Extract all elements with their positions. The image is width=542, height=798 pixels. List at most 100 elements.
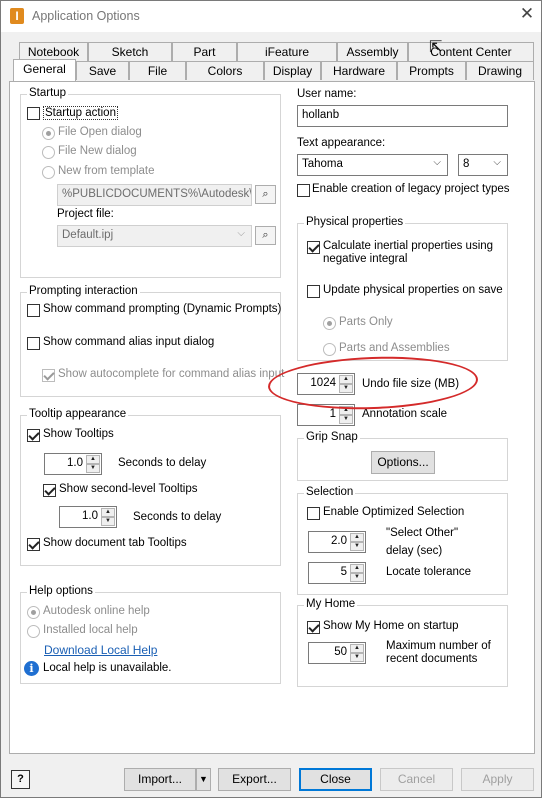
show-autocomplete-label: Show autocomplete for command alias inpu… — [58, 368, 285, 380]
annotation-scale-spinner[interactable]: 1 ▲ ▼ — [297, 404, 355, 426]
parts-only-radio[interactable] — [323, 317, 336, 330]
project-file-value: Default.ipj — [62, 229, 114, 241]
spin-down-icon[interactable]: ▼ — [350, 653, 364, 662]
seconds-to-delay-label: Seconds to delay — [118, 457, 207, 469]
file-open-dialog-label: File Open dialog — [58, 126, 142, 138]
text-appearance-label: Text appearance: — [297, 137, 386, 149]
import-dropdown-button[interactable]: ▼ — [196, 768, 211, 791]
spin-up-icon[interactable]: ▲ — [350, 533, 364, 542]
legacy-project-checkbox[interactable] — [297, 184, 310, 197]
spin-up-icon[interactable]: ▲ — [350, 644, 364, 653]
spin-down-icon[interactable]: ▼ — [101, 517, 115, 526]
select-other-delay-spinner[interactable]: 2.0 ▲ ▼ — [308, 531, 366, 553]
startup-group-title: Startup — [27, 87, 69, 99]
inertial-properties-label-1: Calculate inertial properties using — [323, 240, 494, 252]
spin-up-icon[interactable]: ▲ — [350, 564, 364, 573]
prompting-group-title: Prompting interaction — [27, 285, 140, 297]
show-command-prompting-checkbox[interactable] — [27, 304, 40, 317]
tooltip-group-title: Tooltip appearance — [27, 408, 129, 420]
template-path-field[interactable]: %PUBLICDOCUMENTS%\Autodesk\Inv — [57, 184, 252, 206]
grip-snap-title: Grip Snap — [304, 431, 360, 443]
show-my-home-label: Show My Home on startup — [323, 620, 459, 632]
parts-and-assemblies-label: Parts and Assemblies — [339, 342, 450, 354]
font-dropdown[interactable]: Tahoma ⌵ — [297, 154, 448, 176]
select-other-label-2: delay (sec) — [386, 545, 443, 557]
max-recent-label-1: Maximum number of — [386, 640, 491, 652]
update-on-save-label: Update physical properties on save — [323, 284, 503, 296]
user-name-field[interactable]: hollanb — [297, 105, 508, 127]
spin-down-icon[interactable]: ▼ — [86, 464, 100, 473]
spin-down-icon[interactable]: ▼ — [339, 384, 353, 393]
chevron-down-icon: ⌵ — [493, 157, 501, 168]
template-browse-button[interactable]: ⌕ — [255, 185, 276, 204]
spin-up-icon[interactable]: ▲ — [339, 406, 353, 415]
chevron-down-icon: ⌵ — [237, 228, 245, 239]
application-options-dialog: I Application Options ✕ Notebook Sketch … — [0, 0, 542, 798]
my-home-title: My Home — [304, 598, 358, 610]
show-doc-tab-tooltips-checkbox[interactable] — [27, 538, 40, 551]
local-help-radio[interactable] — [27, 625, 40, 638]
spin-up-icon[interactable]: ▲ — [101, 508, 115, 517]
physical-properties-title: Physical properties — [304, 216, 406, 228]
annotation-scale-value: 1 — [329, 408, 336, 420]
select-other-label-1: "Select Other" — [386, 527, 459, 539]
show-autocomplete-checkbox[interactable] — [42, 369, 55, 382]
spin-down-icon[interactable]: ▼ — [339, 415, 353, 424]
spin-down-icon[interactable]: ▼ — [350, 542, 364, 551]
startup-action-checkbox[interactable] — [27, 107, 40, 120]
close-button[interactable]: Close — [299, 768, 372, 791]
download-local-help-link[interactable]: Download Local Help — [44, 643, 157, 657]
show-tooltips-checkbox[interactable] — [27, 429, 40, 442]
locate-tolerance-spinner[interactable]: 5 ▲ ▼ — [308, 562, 366, 584]
second-level-delay-spinner[interactable]: 1.0 ▲ ▼ — [59, 506, 117, 528]
max-recent-docs-spinner[interactable]: 50 ▲ ▼ — [308, 642, 366, 664]
tooltip-delay-spinner[interactable]: 1.0 ▲ ▼ — [44, 453, 102, 475]
binoculars-icon: ⌕ — [262, 188, 269, 200]
locate-tolerance-label: Locate tolerance — [386, 566, 472, 578]
export-button[interactable]: Export... — [218, 768, 291, 791]
show-command-prompting-label: Show command prompting (Dynamic Prompts) — [43, 303, 282, 315]
font-size-dropdown[interactable]: 8 ⌵ — [458, 154, 508, 176]
spin-up-icon[interactable]: ▲ — [339, 375, 353, 384]
selection-title: Selection — [304, 486, 356, 498]
user-name-label: User name: — [297, 88, 357, 100]
help-icon[interactable]: ? — [11, 770, 30, 789]
local-help-status: Local help is unavailable. — [43, 662, 172, 674]
dialog-footer: ? Import... ▼ Export... Close Cancel App… — [1, 761, 541, 797]
project-file-dropdown[interactable]: Default.ipj ⌵ — [57, 225, 252, 247]
grip-snap-options-button[interactable]: Options... — [371, 451, 435, 474]
show-alias-dialog-checkbox[interactable] — [27, 337, 40, 350]
tooltip-delay-value: 1.0 — [67, 457, 83, 469]
undo-file-size-spinner[interactable]: 1024 ▲ ▼ — [297, 373, 355, 395]
optimized-selection-checkbox[interactable] — [307, 507, 320, 520]
show-second-level-checkbox[interactable] — [43, 484, 56, 497]
seconds-to-delay-label-2: Seconds to delay — [133, 511, 222, 523]
max-recent-label-2: recent documents — [386, 653, 478, 665]
project-browse-button[interactable]: ⌕ — [255, 226, 276, 245]
online-help-label: Autodesk online help — [43, 605, 150, 617]
undo-file-size-label: Undo file size (MB) — [362, 378, 460, 390]
info-icon: i — [24, 661, 39, 676]
file-open-dialog-radio[interactable] — [42, 127, 55, 140]
file-new-dialog-radio[interactable] — [42, 146, 55, 159]
locate-tolerance-value: 5 — [340, 566, 347, 578]
update-on-save-checkbox[interactable] — [307, 285, 320, 298]
online-help-radio[interactable] — [27, 606, 40, 619]
import-button[interactable]: Import... — [124, 768, 196, 791]
parts-and-assemblies-radio[interactable] — [323, 343, 336, 356]
show-my-home-checkbox[interactable] — [307, 621, 320, 634]
show-alias-dialog-label: Show command alias input dialog — [43, 336, 215, 348]
cancel-button[interactable]: Cancel — [380, 768, 453, 791]
optimized-selection-label: Enable Optimized Selection — [323, 506, 465, 518]
spin-down-icon[interactable]: ▼ — [350, 573, 364, 582]
spin-up-icon[interactable]: ▲ — [86, 455, 100, 464]
apply-button[interactable]: Apply — [461, 768, 534, 791]
chevron-down-icon: ⌵ — [433, 157, 441, 168]
undo-file-size-value: 1024 — [310, 377, 336, 389]
caret-down-icon: ▼ — [199, 774, 208, 784]
inertial-properties-checkbox[interactable] — [307, 241, 320, 254]
new-from-template-label: New from template — [58, 165, 155, 177]
mouse-cursor-icon: ⇱ — [429, 39, 443, 56]
new-from-template-radio[interactable] — [42, 166, 55, 179]
font-value: Tahoma — [302, 158, 343, 170]
